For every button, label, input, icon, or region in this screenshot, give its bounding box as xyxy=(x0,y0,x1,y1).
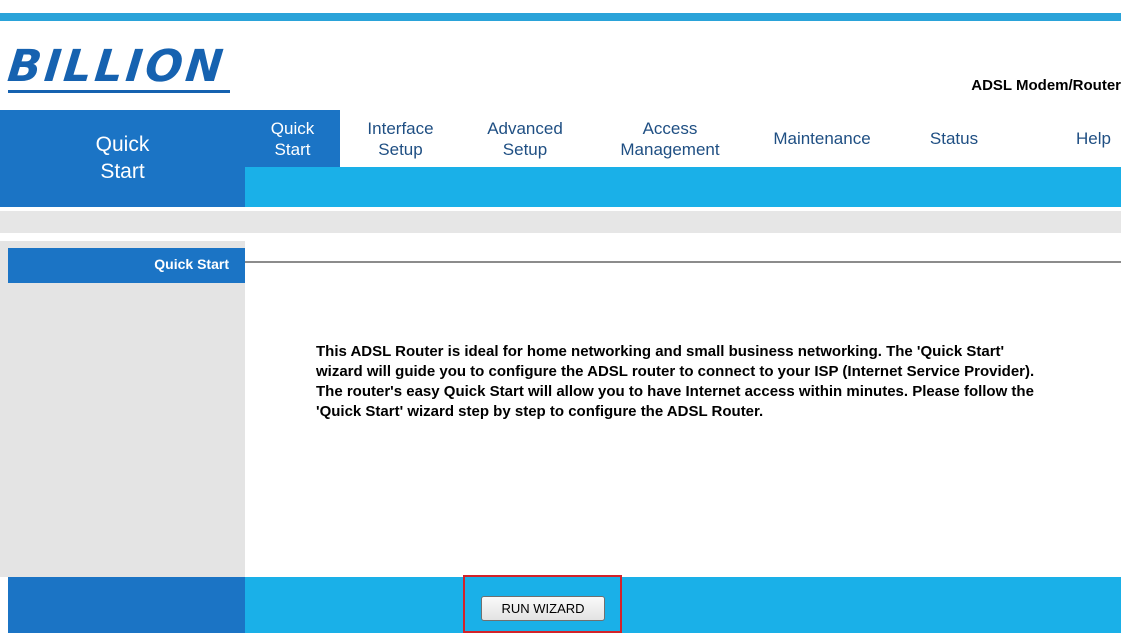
billion-logo: BILLION xyxy=(5,38,230,98)
run-wizard-button[interactable]: RUN WIZARD xyxy=(481,596,605,621)
nav-tab-label: Setup xyxy=(502,139,548,159)
nav-tab-label: Interface xyxy=(367,118,434,138)
nav-tab-label: Status xyxy=(929,129,979,148)
separator-gray xyxy=(0,211,1121,233)
nav-tab-label: Management xyxy=(620,139,720,159)
nav-tab-access-management[interactable]: Access Management xyxy=(589,110,751,167)
nav-tab-interface-setup[interactable]: Interface Setup xyxy=(340,110,461,167)
product-name: ADSL Modem/Router xyxy=(971,77,1121,94)
nav-tab-label: Quick xyxy=(270,118,315,138)
top-accent-strip xyxy=(0,13,1121,21)
logo-text: BILLION xyxy=(5,41,229,92)
main-nav: Quick Start Interface Setup Advanced Setup … xyxy=(245,110,1121,167)
nav-tab-label: Start xyxy=(274,139,311,159)
nav-tab-maintenance[interactable]: Maintenance xyxy=(751,110,893,167)
nav-tab-label: Help xyxy=(1076,129,1111,148)
nav-tab-help[interactable]: Help xyxy=(1015,110,1121,167)
section-divider xyxy=(245,261,1121,263)
left-section-header: Quick Start xyxy=(0,110,245,207)
nav-tab-advanced-setup[interactable]: Advanced Setup xyxy=(461,110,589,167)
nav-tab-label: Maintenance xyxy=(773,129,871,148)
left-column xyxy=(0,241,245,577)
footer-bar xyxy=(245,577,1121,633)
left-header-line2: Start xyxy=(100,160,145,183)
sub-nav-bar xyxy=(245,167,1121,207)
left-header-line1: Quick xyxy=(95,133,150,156)
separator-band xyxy=(0,207,1121,241)
nav-tab-label: Advanced xyxy=(487,118,563,138)
nav-tab-status[interactable]: Status xyxy=(893,110,1015,167)
nav-tab-label: Access xyxy=(642,118,698,138)
quick-start-description: This ADSL Router is ideal for home netwo… xyxy=(316,343,1035,420)
footer-left xyxy=(8,577,245,633)
logo-underline xyxy=(8,90,230,93)
nav-tab-quick-start[interactable]: Quick Start xyxy=(245,110,340,167)
nav-tab-label: Setup xyxy=(378,139,423,159)
section-label: Quick Start xyxy=(8,248,245,283)
